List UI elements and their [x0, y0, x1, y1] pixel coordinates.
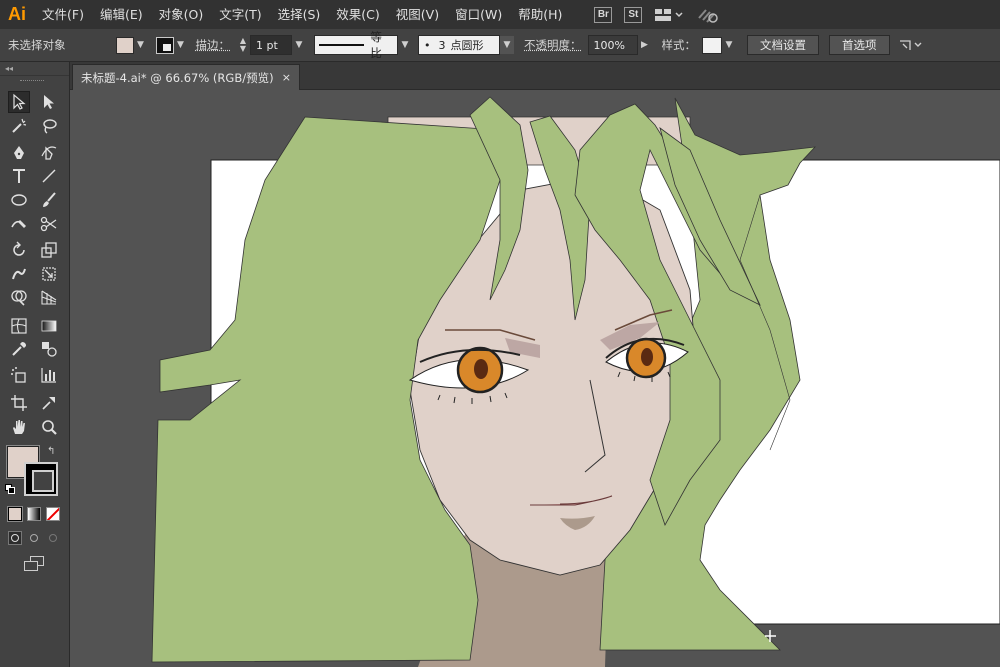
draw-normal-icon[interactable] [8, 531, 22, 545]
menu-type[interactable]: 文字(T) [211, 0, 269, 29]
gpu-performance-icon[interactable] [696, 6, 720, 24]
gradient-mode-icon[interactable] [27, 507, 41, 521]
pupil-left [474, 359, 488, 379]
slice-tool-icon[interactable] [38, 392, 60, 414]
tools-grip[interactable] [20, 80, 44, 82]
menu-effect[interactable]: 效果(C) [328, 0, 387, 29]
opacity-arrow-icon[interactable]: ▶ [638, 36, 652, 54]
stroke-color-box[interactable] [24, 462, 58, 496]
blend-tool-icon[interactable] [38, 338, 60, 360]
style-label: 样式： [661, 38, 697, 52]
eyedropper-tool-icon[interactable] [8, 338, 30, 360]
opacity-label: 不透明度： [524, 38, 582, 52]
artboard-tool-icon[interactable] [8, 392, 30, 414]
free-transform-tool-icon[interactable] [38, 263, 60, 285]
line-segment-tool-icon[interactable] [38, 165, 60, 187]
default-colors-icon[interactable] [5, 484, 15, 494]
graphic-style-swatch[interactable] [702, 36, 722, 54]
shaper-tool-icon[interactable] [8, 213, 30, 235]
stroke-profile-dropdown-icon[interactable]: ▼ [398, 36, 412, 54]
graphic-style-dropdown-icon[interactable]: ▼ [722, 36, 736, 54]
tools-collapse-icon[interactable]: ◂◂ [0, 62, 69, 76]
app-logo[interactable]: Ai [0, 0, 34, 29]
lasso-tool-icon[interactable] [38, 115, 60, 137]
zoom-tool-icon[interactable] [38, 416, 60, 438]
document-tab[interactable]: 未标题-4.ai* @ 66.67% (RGB/预览) × [72, 64, 300, 90]
brush-shape: 点圆形 [450, 39, 484, 52]
menu-object[interactable]: 对象(O) [151, 0, 212, 29]
artwork [151, 96, 1000, 667]
preferences-button[interactable]: 首选项 [829, 35, 890, 55]
stroke-profile-preview [319, 44, 365, 46]
selection-tool-icon[interactable] [8, 91, 30, 113]
brush-dropdown-icon[interactable]: ▼ [500, 36, 514, 54]
gradient-tool-icon[interactable] [38, 315, 60, 337]
arrange-documents-icon[interactable] [895, 36, 927, 54]
screen-mode-icon[interactable] [24, 556, 46, 572]
mesh-tool-icon[interactable] [8, 315, 30, 337]
selection-status: 未选择对象 [8, 38, 66, 52]
shape-builder-tool-icon[interactable] [8, 286, 30, 308]
document-setup-button[interactable]: 文档设置 [747, 35, 819, 55]
ellipse-tool-icon[interactable] [8, 189, 30, 211]
menu-edit[interactable]: 编辑(E) [92, 0, 151, 29]
stroke-weight-dropdown-icon[interactable]: ▼ [292, 36, 306, 54]
opacity-field[interactable]: 100% [587, 35, 638, 55]
symbol-sprayer-tool-icon[interactable] [8, 364, 30, 386]
menu-bar: Ai 文件(F) 编辑(E) 对象(O) 文字(T) 选择(S) 效果(C) 视… [0, 0, 1000, 29]
close-icon[interactable]: × [282, 71, 291, 84]
menu-select[interactable]: 选择(S) [270, 0, 329, 29]
stroke-dropdown-icon[interactable]: ▼ [174, 36, 188, 54]
scale-tool-icon[interactable] [38, 239, 60, 261]
stroke-profile-label: 等比 [370, 30, 382, 60]
stroke-weight-stepper[interactable]: ▲ ▼ [236, 36, 250, 54]
rotate-tool-icon[interactable] [8, 239, 30, 261]
color-mode-icon[interactable] [8, 507, 22, 521]
paintbrush-tool-icon[interactable] [38, 189, 60, 211]
document-tab-bar: 未标题-4.ai* @ 66.67% (RGB/预览) × [70, 62, 1000, 90]
scissors-tool-icon[interactable] [38, 213, 60, 235]
magic-wand-tool-icon[interactable] [8, 115, 30, 137]
pupil-right [641, 348, 653, 366]
menu-view[interactable]: 视图(V) [388, 0, 447, 29]
hand-tool-icon[interactable] [8, 416, 30, 438]
brush-definition-select[interactable]: • 3 点圆形 [418, 35, 500, 55]
stroke-profile-select[interactable]: 等比 [314, 30, 398, 60]
direct-selection-tool-icon[interactable] [38, 91, 60, 113]
stroke-swatch[interactable] [155, 36, 174, 54]
control-bar: 未选择对象 ▼ ▼ 描边： ▲ ▼ 1 pt ▼ 等比 ▼ • 3 点圆形 ▼ 不… [0, 29, 1000, 62]
fill-dropdown-icon[interactable]: ▼ [134, 36, 148, 54]
brush-size: 3 [438, 38, 446, 52]
bridge-icon[interactable]: Br [594, 6, 613, 24]
document-tab-title: 未标题-4.ai* @ 66.67% (RGB/预览) [81, 70, 274, 85]
stock-icon[interactable]: St [624, 6, 643, 24]
menu-help[interactable]: 帮助(H) [510, 0, 570, 29]
swap-fill-stroke-icon[interactable]: ↰ [47, 446, 55, 457]
menu-file[interactable]: 文件(F) [34, 0, 92, 29]
perspective-grid-tool-icon[interactable] [38, 286, 60, 308]
draw-inside-icon[interactable] [46, 531, 60, 545]
curvature-tool-icon[interactable] [38, 142, 60, 164]
tools-panel: ◂◂ ↰ [0, 62, 70, 667]
workspace-layout-icon[interactable] [654, 6, 684, 24]
stroke-label: 描边： [195, 38, 231, 52]
draw-behind-icon[interactable] [27, 531, 41, 545]
warp-tool-icon[interactable] [8, 263, 30, 285]
stroke-weight-field[interactable]: 1 pt [250, 35, 292, 55]
fill-swatch[interactable] [115, 36, 134, 54]
brush-dot-icon: • [424, 38, 431, 52]
canvas[interactable] [71, 91, 1000, 667]
pen-tool-icon[interactable] [8, 142, 30, 164]
none-mode-icon[interactable] [46, 507, 60, 521]
column-graph-tool-icon[interactable] [38, 364, 60, 386]
menu-window[interactable]: 窗口(W) [447, 0, 510, 29]
type-tool-icon[interactable] [8, 165, 30, 187]
